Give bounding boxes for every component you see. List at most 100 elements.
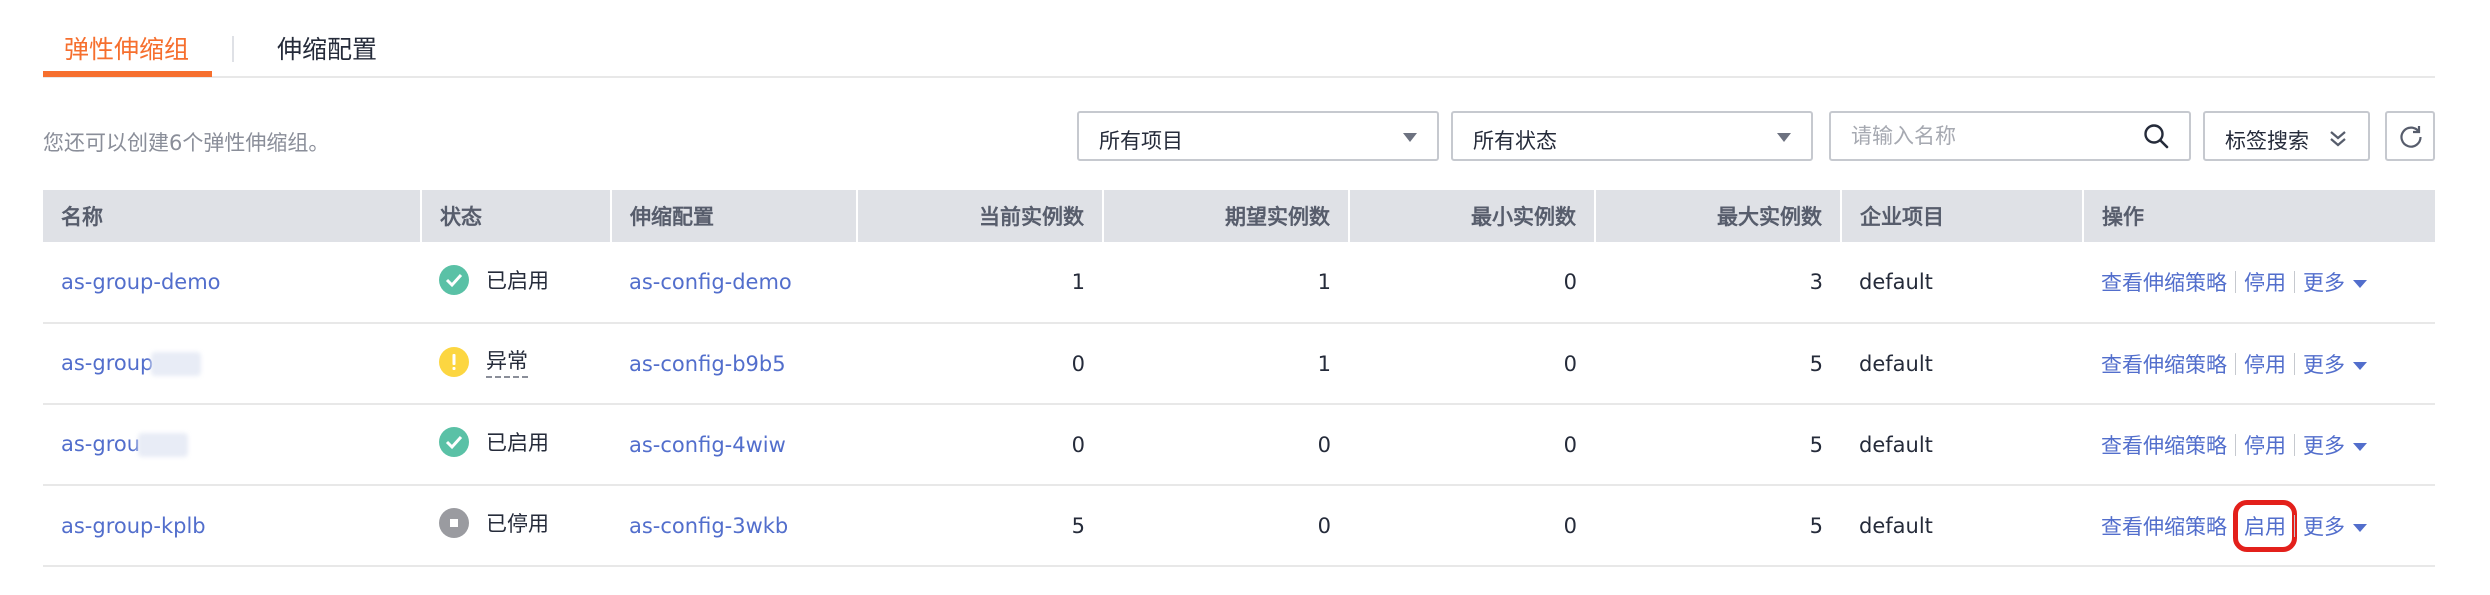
- tag-search-label: 标签搜索: [2225, 129, 2309, 153]
- more-dropdown[interactable]: 更多: [2303, 267, 2367, 297]
- max-count: 5: [1595, 323, 1841, 405]
- enterprise-project: default: [1841, 404, 2083, 486]
- more-label: 更多: [2303, 271, 2345, 295]
- status-text: 已启用: [486, 268, 549, 293]
- op-divider: [2294, 514, 2295, 537]
- more-label: 更多: [2303, 433, 2345, 458]
- min-count: 0: [1349, 485, 1595, 567]
- status-cell: 异常: [439, 345, 528, 379]
- expected-count: 1: [1103, 323, 1349, 405]
- more-label: 更多: [2303, 514, 2345, 539]
- enterprise-project: default: [1841, 485, 2083, 567]
- min-count: 0: [1349, 323, 1595, 405]
- op-divider: [2294, 433, 2295, 456]
- current-count: 1: [857, 242, 1103, 324]
- enterprise-project: default: [1841, 242, 2083, 324]
- redacted-text: [151, 352, 202, 376]
- expected-count: 0: [1103, 485, 1349, 567]
- search-icon[interactable]: [2143, 123, 2169, 149]
- min-count: 0: [1349, 404, 1595, 486]
- active-tab-indicator: [43, 71, 212, 77]
- header-min: 最小实例数: [1349, 190, 1596, 242]
- check-circle-icon: [439, 427, 469, 457]
- view-policy-link[interactable]: 查看伸缩策略: [2101, 430, 2227, 460]
- config-link[interactable]: as-config-4wiw: [629, 433, 786, 457]
- group-name-link[interactable]: as-group: [61, 351, 202, 376]
- header-config: 伸缩配置: [611, 190, 858, 242]
- quota-hint: 您还可以创建6个弹性伸缩组。: [43, 131, 330, 155]
- ops-cell: 查看伸缩策略 启用 更多: [2101, 499, 2367, 552]
- expected-count: 1: [1103, 242, 1349, 324]
- group-name-link[interactable]: as-group-demo: [61, 270, 221, 294]
- enable-link[interactable]: 启用: [2233, 499, 2297, 552]
- view-policy-link[interactable]: 查看伸缩策略: [2101, 511, 2227, 541]
- double-chevron-down-icon: [2330, 131, 2346, 147]
- disable-link[interactable]: 停用: [2244, 349, 2286, 379]
- refresh-icon: [2400, 126, 2422, 148]
- more-dropdown[interactable]: 更多: [2303, 430, 2367, 460]
- status-cell: 已启用: [439, 427, 549, 457]
- status-text: 已启用: [486, 431, 549, 455]
- config-link[interactable]: as-config-demo: [629, 270, 792, 294]
- disable-link[interactable]: 停用: [2244, 267, 2286, 297]
- header-name: 名称: [43, 190, 422, 242]
- refresh-button[interactable]: [2385, 111, 2435, 161]
- tag-search-button[interactable]: 标签搜索: [2203, 111, 2370, 161]
- stop-circle-icon: [439, 508, 469, 538]
- header-current: 当前实例数: [857, 190, 1104, 242]
- op-divider: [2294, 352, 2295, 375]
- warning-circle-icon: [439, 346, 469, 377]
- op-divider: [2235, 352, 2236, 375]
- status-select[interactable]: 所有状态: [1451, 111, 1813, 161]
- header-max: 最大实例数: [1595, 190, 1842, 242]
- group-name-text: as-group: [61, 351, 154, 375]
- more-dropdown[interactable]: 更多: [2303, 349, 2367, 379]
- max-count: 5: [1595, 485, 1841, 567]
- max-count: 3: [1595, 242, 1841, 324]
- current-count: 5: [857, 485, 1103, 567]
- view-policy-link[interactable]: 查看伸缩策略: [2101, 267, 2227, 297]
- max-count: 5: [1595, 404, 1841, 486]
- status-text[interactable]: 异常: [486, 345, 528, 379]
- op-divider: [2235, 514, 2236, 537]
- tab-scaling-groups[interactable]: 弹性伸缩组: [64, 30, 189, 66]
- caret-down-icon: [2353, 523, 2367, 532]
- config-link[interactable]: as-config-b9b5: [629, 352, 786, 376]
- ops-cell: 查看伸缩策略 停用 更多: [2101, 349, 2367, 379]
- search-input[interactable]: [1829, 111, 2191, 161]
- project-select-value: 所有项目: [1099, 129, 1183, 153]
- caret-down-icon: [1777, 133, 1791, 142]
- scaling-group-table: 名称 状态 伸缩配置 当前实例数 期望实例数 最小实例数 最大实例数 企业项目 …: [43, 190, 2435, 567]
- status-select-value: 所有状态: [1473, 129, 1557, 153]
- status-cell: 已停用: [439, 508, 549, 538]
- group-name-link[interactable]: as-group-kplb: [61, 514, 206, 538]
- tab-scaling-configs[interactable]: 伸缩配置: [277, 30, 377, 66]
- header-project: 企业项目: [1841, 190, 2084, 242]
- op-divider: [2294, 271, 2295, 293]
- table-row: as-group-demo 已启用 as-config-demo 1 1 0 3…: [43, 242, 2435, 324]
- table-row: as-grou 已启用 as-config-4wiw 0 0 0 5 defau…: [43, 404, 2435, 486]
- group-name-text: as-grou: [61, 432, 141, 456]
- project-select[interactable]: 所有项目: [1077, 111, 1439, 161]
- caret-down-icon: [1403, 133, 1417, 142]
- caret-down-icon: [2353, 442, 2367, 451]
- ops-cell: 查看伸缩策略 停用 更多: [2101, 430, 2367, 460]
- config-link[interactable]: as-config-3wkb: [629, 514, 788, 538]
- check-circle-icon: [439, 264, 469, 295]
- group-name-link[interactable]: as-grou: [61, 432, 189, 457]
- min-count: 0: [1349, 242, 1595, 324]
- expected-count: 0: [1103, 404, 1349, 486]
- caret-down-icon: [2353, 361, 2367, 370]
- table-row: as-group-kplb 已停用 as-config-3wkb 5 0 0 5…: [43, 485, 2435, 567]
- disable-link[interactable]: 停用: [2244, 430, 2286, 460]
- table-row: as-group 异常 as-config-b9b5 0 1 0 5 defau…: [43, 323, 2435, 405]
- op-divider: [2235, 271, 2236, 293]
- current-count: 0: [857, 404, 1103, 486]
- status-cell: 已启用: [439, 264, 549, 295]
- header-expected: 期望实例数: [1103, 190, 1350, 242]
- more-dropdown[interactable]: 更多: [2303, 511, 2367, 541]
- status-text: 已停用: [486, 512, 549, 536]
- view-policy-link[interactable]: 查看伸缩策略: [2101, 349, 2227, 379]
- table-header-row: 名称 状态 伸缩配置 当前实例数 期望实例数 最小实例数 最大实例数 企业项目 …: [43, 190, 2435, 242]
- more-label: 更多: [2303, 352, 2345, 377]
